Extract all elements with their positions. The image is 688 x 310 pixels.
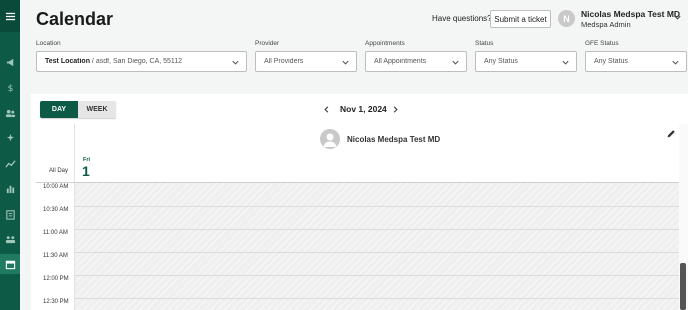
chevron-left-icon[interactable] (322, 105, 331, 114)
day-grid[interactable] (75, 183, 679, 310)
location-address: / asdf, San Diego, CA, 55112 (89, 58, 183, 65)
pencil-icon[interactable] (666, 129, 676, 139)
chevron-down-icon[interactable] (673, 13, 682, 22)
line-chart-icon[interactable] (0, 153, 20, 173)
time-label: 11:30 AM (43, 253, 68, 259)
provider-select[interactable]: All Providers (255, 51, 357, 72)
provider-avatar (320, 129, 340, 149)
bar-chart-icon[interactable] (0, 178, 20, 198)
slot-line (75, 275, 679, 276)
scrollbar-thumb[interactable] (680, 263, 686, 310)
time-label: 11:00 AM (43, 230, 68, 236)
location-label: Location (36, 40, 61, 47)
gfe-status-value: Any Status (594, 58, 628, 65)
sparkles-icon[interactable] (0, 128, 20, 148)
user-role: Medspa Admin (581, 20, 631, 29)
gfe-status-select[interactable]: Any Status (585, 51, 687, 72)
status-select[interactable]: Any Status (475, 51, 577, 72)
gfe-status-label: GFE Status (585, 40, 619, 47)
status-value: Any Status (484, 58, 518, 65)
user-avatar[interactable]: N (558, 10, 575, 27)
slot-line (75, 298, 679, 299)
chevron-down-icon (342, 60, 349, 65)
provider-value: All Providers (264, 58, 304, 65)
page-title: Calendar (36, 9, 114, 29)
svg-text:$: $ (7, 83, 13, 93)
calendar-icon[interactable] (0, 254, 20, 274)
view-week-button[interactable]: WEEK (78, 101, 116, 118)
provider-label: Provider (255, 40, 280, 47)
time-label: 12:00 PM (43, 276, 69, 282)
slot-line (75, 252, 679, 253)
status-label: Status (475, 40, 494, 47)
time-label: 12:30 PM (43, 299, 69, 305)
nav-rail: $ (0, 0, 20, 310)
location-name: Test Location (45, 58, 90, 65)
submit-ticket-button[interactable]: Submit a ticket (490, 10, 551, 28)
dollar-icon[interactable]: $ (0, 77, 20, 97)
appointments-select[interactable]: All Appointments (365, 51, 467, 72)
appointments-value: All Appointments (374, 58, 427, 65)
provider-name: Nicolas Medspa Test MD (347, 135, 441, 144)
help-text: Have questions? (432, 14, 492, 23)
chevron-down-icon (672, 60, 679, 65)
appointments-label: Appointments (365, 40, 405, 47)
all-day-label: All Day (49, 168, 69, 174)
chevron-down-icon (232, 60, 239, 65)
view-day-button[interactable]: DAY (40, 101, 78, 118)
date-label: Nov 1, 2024 (340, 104, 387, 114)
time-label: 10:30 AM (43, 207, 69, 213)
chevron-down-icon (452, 60, 459, 65)
menu-icon[interactable] (0, 0, 20, 32)
time-label: 10:00 AM (43, 184, 69, 190)
group-icon[interactable] (0, 229, 20, 249)
chevron-down-icon (562, 60, 569, 65)
view-toggle: DAY WEEK (40, 101, 116, 118)
day-of-month: 1 (82, 163, 90, 179)
slot-line (75, 229, 679, 230)
clipboard-icon[interactable] (0, 204, 20, 224)
user-name[interactable]: Nicolas Medspa Test MD (581, 9, 680, 19)
chevron-right-icon[interactable] (391, 105, 400, 114)
slot-line (75, 206, 679, 207)
users-icon[interactable] (0, 103, 20, 123)
location-select[interactable]: Test Location / asdf, San Diego, CA, 551… (36, 51, 247, 72)
megaphone-icon[interactable] (0, 52, 20, 72)
